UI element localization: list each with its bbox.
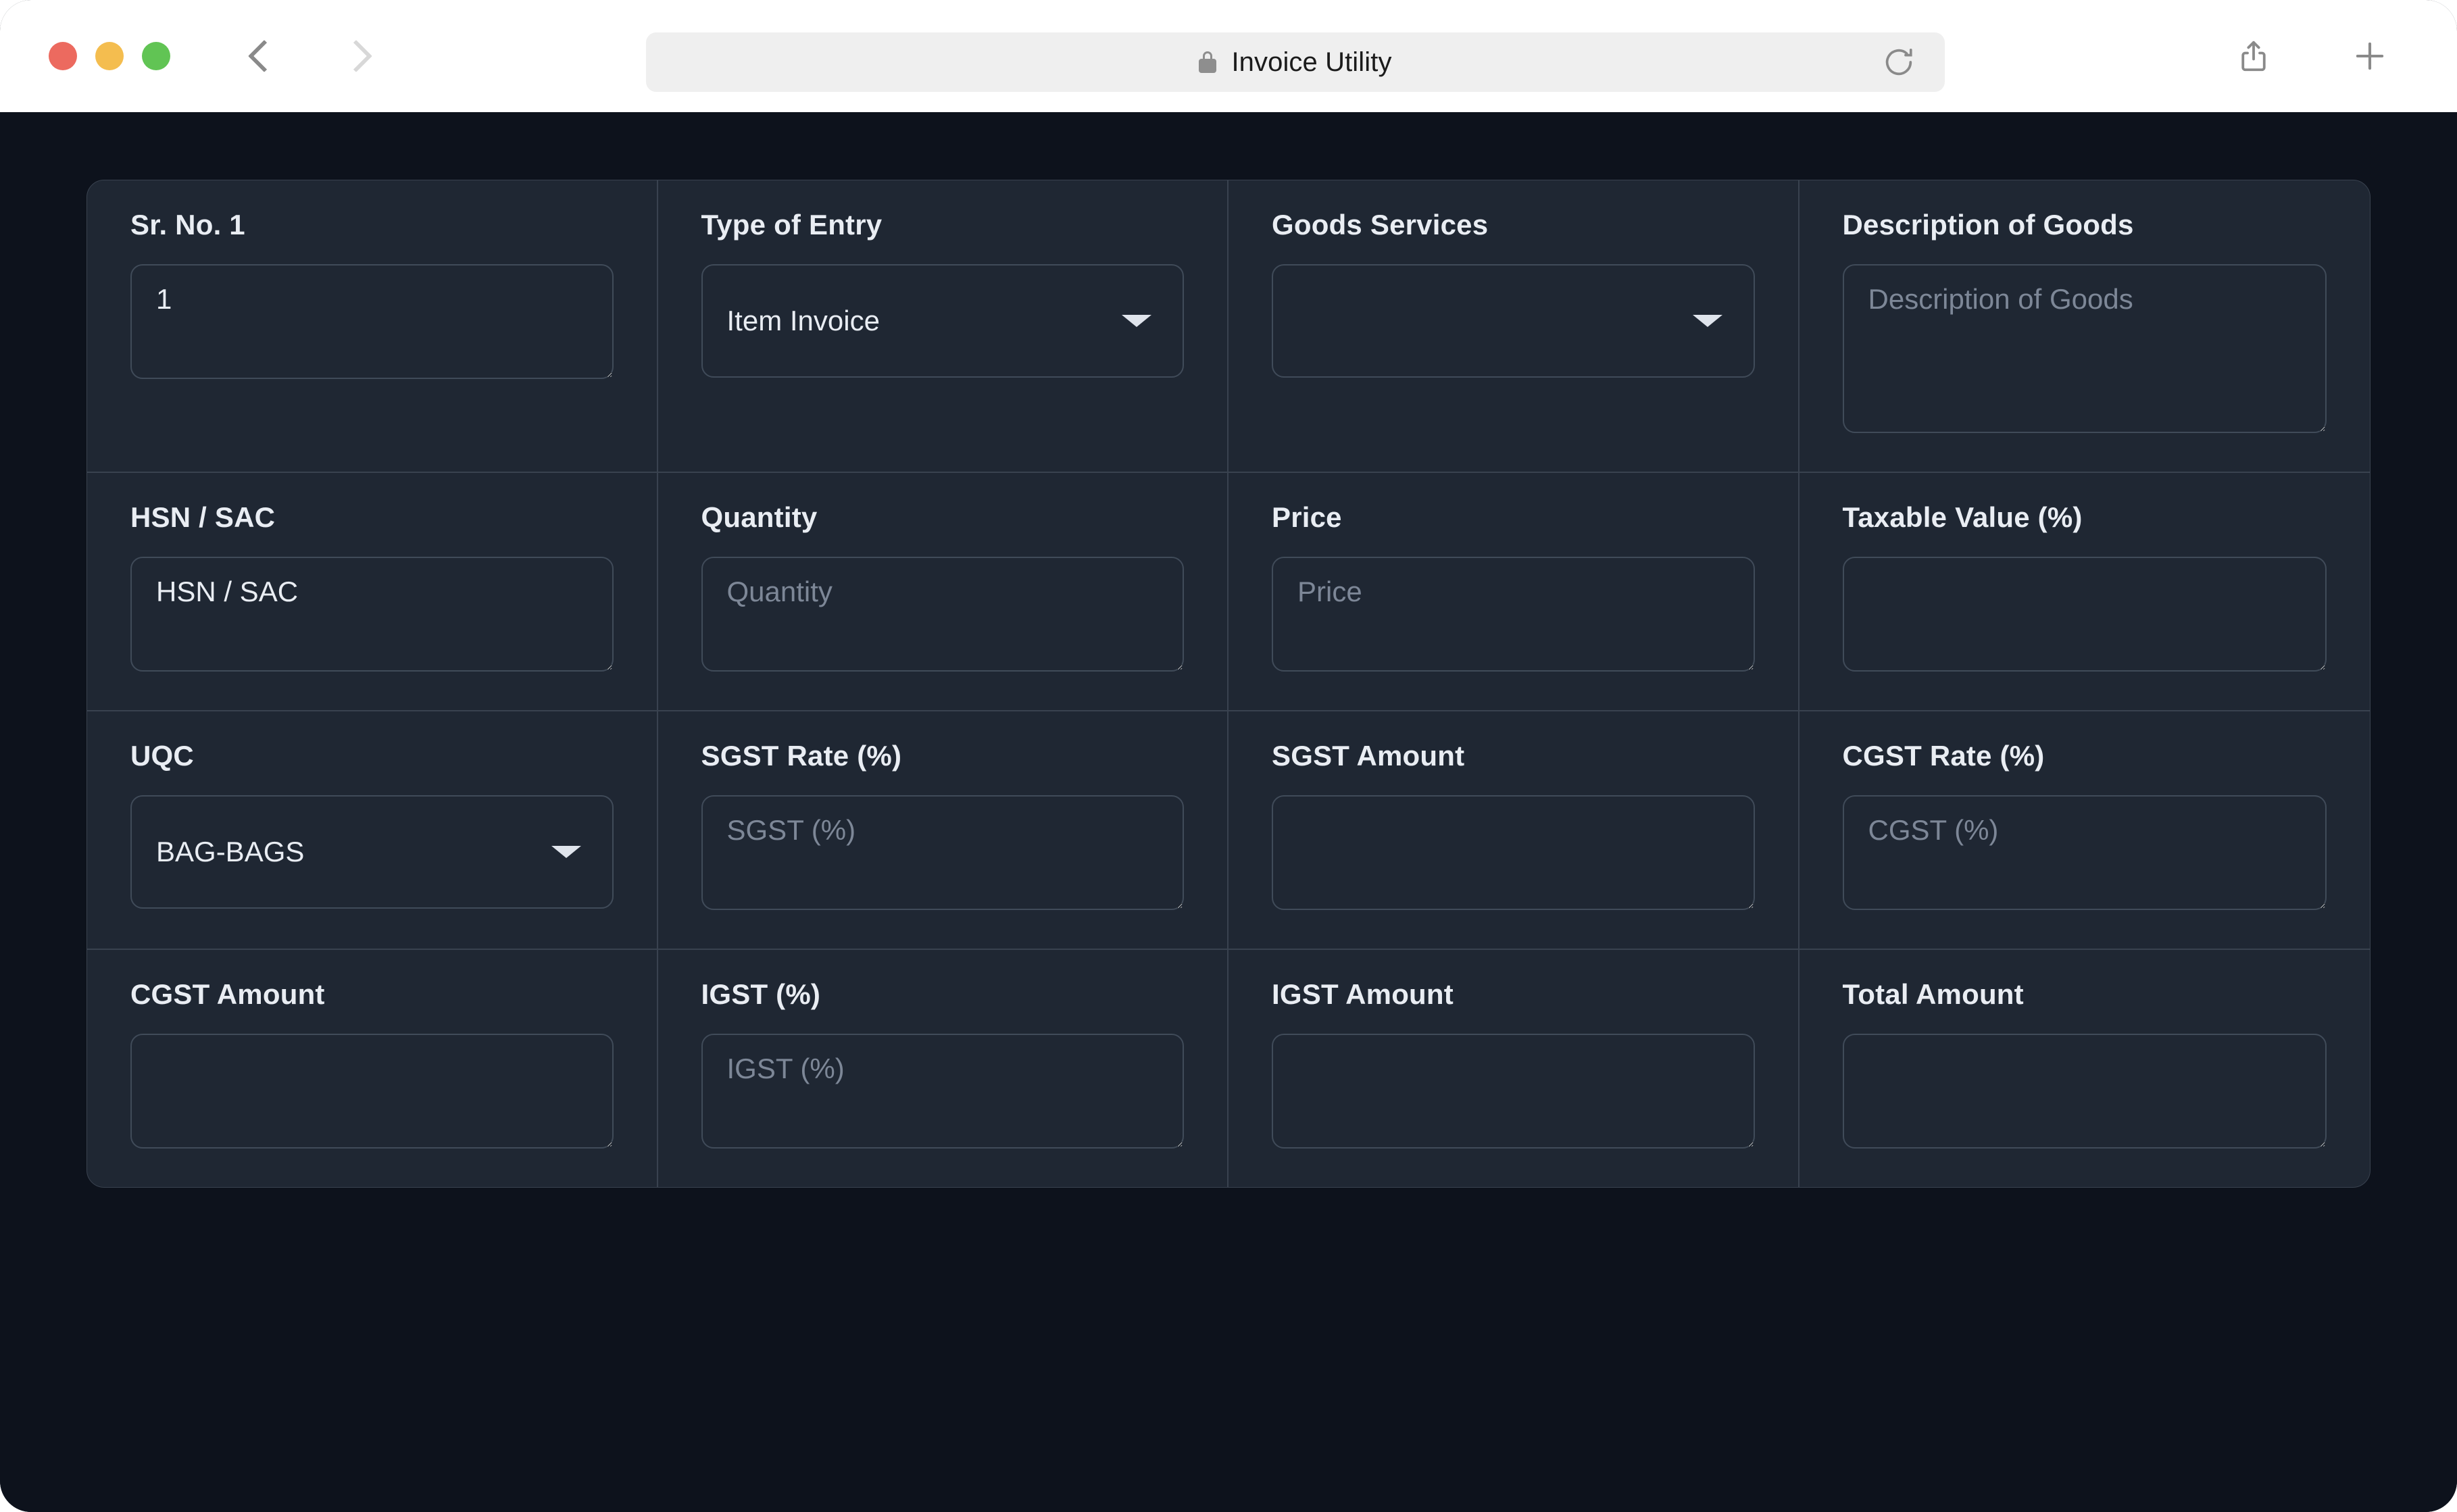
label-goods-services: Goods Services	[1272, 209, 1755, 241]
field-cell-cgst-rate: CGST Rate (%)	[1800, 711, 2371, 950]
input-description-of-goods[interactable]	[1843, 264, 2327, 433]
select-type-of-entry[interactable]: Item Invoice	[701, 264, 1185, 378]
label-quantity: Quantity	[701, 501, 1185, 534]
input-quantity[interactable]	[701, 557, 1185, 672]
input-igst-rate[interactable]	[701, 1034, 1185, 1149]
reload-button[interactable]	[1880, 43, 1918, 81]
toolbar-right-actions	[2233, 35, 2391, 77]
field-cell-price: Price	[1228, 473, 1800, 711]
label-igst-rate: IGST (%)	[701, 978, 1185, 1011]
label-description-of-goods: Description of Goods	[1843, 209, 2327, 241]
field-cell-igst-amount: IGST Amount	[1228, 950, 1800, 1187]
field-cell-sgst-rate: SGST Rate (%)	[658, 711, 1229, 950]
share-button[interactable]	[2233, 35, 2275, 77]
field-cell-uqc: UQC BAG-BAGS	[87, 711, 658, 950]
field-cell-goods-services: Goods Services	[1228, 180, 1800, 473]
input-igst-amount[interactable]	[1272, 1034, 1755, 1149]
label-cgst-rate: CGST Rate (%)	[1843, 740, 2327, 772]
field-cell-description-of-goods: Description of Goods	[1800, 180, 2371, 473]
browser-window: Invoice Utility	[0, 0, 2457, 1512]
page-content: Sr. No. 1 Type of Entry Item Invoice Goods …	[0, 112, 2457, 1512]
field-cell-type-of-entry: Type of Entry Item Invoice	[658, 180, 1229, 473]
select-goods-services[interactable]	[1272, 264, 1755, 378]
lock-icon	[1199, 51, 1216, 73]
field-cell-igst-rate: IGST (%)	[658, 950, 1229, 1187]
share-icon	[2235, 38, 2272, 74]
input-sgst-amount[interactable]	[1272, 795, 1755, 910]
field-cell-total-amount: Total Amount	[1800, 950, 2371, 1187]
chevron-left-icon	[250, 41, 268, 72]
select-wrap-type-of-entry: Item Invoice	[701, 264, 1185, 378]
label-uqc: UQC	[130, 740, 614, 772]
input-cgst-rate[interactable]	[1843, 795, 2327, 910]
label-hsn-sac: HSN / SAC	[130, 501, 614, 534]
field-cell-quantity: Quantity	[658, 473, 1229, 711]
invoice-field-grid: Sr. No. 1 Type of Entry Item Invoice Goods …	[87, 180, 2370, 1187]
address-bar-content: Invoice Utility	[1199, 47, 1391, 78]
browser-toolbar: Invoice Utility	[0, 0, 2457, 112]
label-total-amount: Total Amount	[1843, 978, 2327, 1011]
select-wrap-goods-services	[1272, 264, 1755, 378]
label-type-of-entry: Type of Entry	[701, 209, 1185, 241]
field-cell-cgst-amount: CGST Amount	[87, 950, 658, 1187]
input-cgst-amount[interactable]	[130, 1034, 614, 1149]
label-price: Price	[1272, 501, 1755, 534]
traffic-lights	[49, 42, 170, 70]
forward-button[interactable]	[332, 35, 374, 77]
field-cell-sgst-amount: SGST Amount	[1228, 711, 1800, 950]
label-igst-amount: IGST Amount	[1272, 978, 1755, 1011]
field-cell-taxable-value: Taxable Value (%)	[1800, 473, 2371, 711]
label-sgst-amount: SGST Amount	[1272, 740, 1755, 772]
navigation-arrows	[238, 35, 374, 77]
maximize-window-button[interactable]	[142, 42, 170, 70]
invoice-item-card: Sr. No. 1 Type of Entry Item Invoice Goods …	[86, 180, 2371, 1188]
input-hsn-sac[interactable]	[130, 557, 614, 672]
input-total-amount[interactable]	[1843, 1034, 2327, 1149]
select-wrap-uqc: BAG-BAGS	[130, 795, 614, 909]
input-price[interactable]	[1272, 557, 1755, 672]
chevron-right-icon	[345, 41, 362, 72]
new-tab-button[interactable]	[2349, 35, 2391, 77]
input-sgst-rate[interactable]	[701, 795, 1185, 910]
minimize-window-button[interactable]	[95, 42, 124, 70]
input-taxable-value[interactable]	[1843, 557, 2327, 672]
label-taxable-value: Taxable Value (%)	[1843, 501, 2327, 534]
back-button[interactable]	[238, 35, 280, 77]
field-cell-sr-no: Sr. No. 1	[87, 180, 658, 473]
page-title: Invoice Utility	[1231, 47, 1391, 78]
label-sgst-rate: SGST Rate (%)	[701, 740, 1185, 772]
reload-icon	[1881, 45, 1916, 80]
select-uqc[interactable]: BAG-BAGS	[130, 795, 614, 909]
close-window-button[interactable]	[49, 42, 77, 70]
label-cgst-amount: CGST Amount	[130, 978, 614, 1011]
label-sr-no: Sr. No. 1	[130, 209, 614, 241]
plus-icon	[2350, 36, 2389, 76]
address-bar[interactable]: Invoice Utility	[646, 32, 1945, 92]
input-sr-no[interactable]	[130, 264, 614, 379]
field-cell-hsn-sac: HSN / SAC	[87, 473, 658, 711]
